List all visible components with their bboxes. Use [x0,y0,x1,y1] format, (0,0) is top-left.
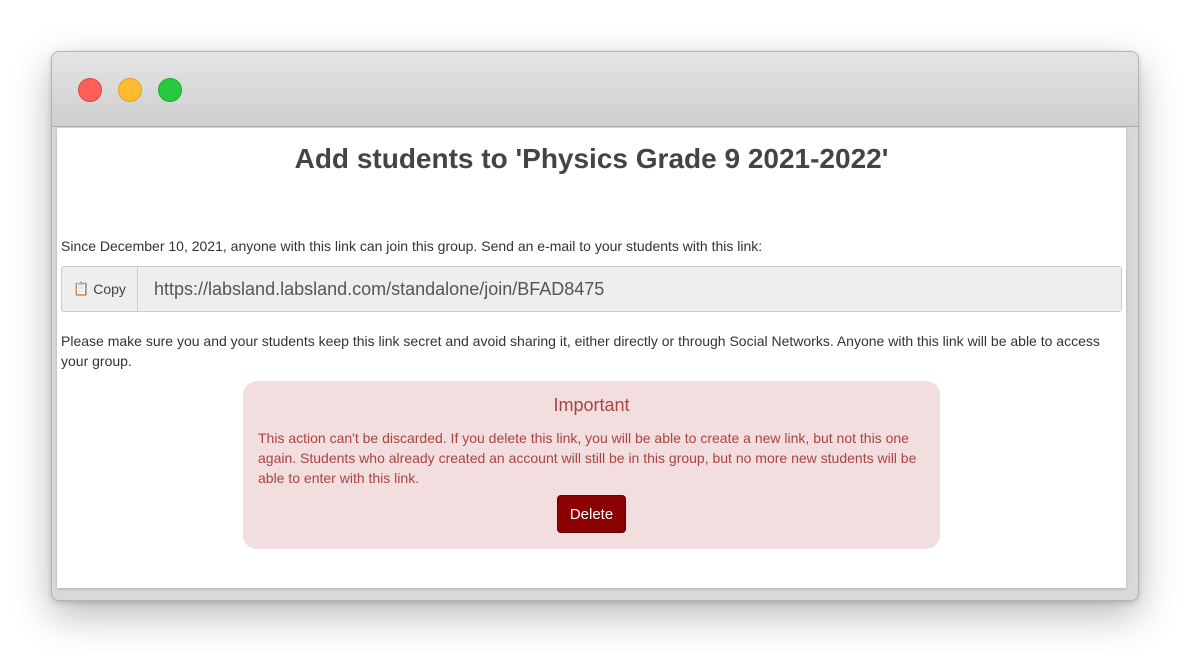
link-instructions: Since December 10, 2021, anyone with thi… [61,238,763,254]
close-window-button[interactable] [78,78,102,102]
join-link-group: 📋 Copy [61,266,1122,312]
page-content: Add students to 'Physics Grade 9 2021-20… [57,128,1126,588]
browser-window: Add students to 'Physics Grade 9 2021-20… [51,51,1139,601]
alert-title: Important [553,395,630,415]
important-alert: Important This action can't be discarded… [243,381,940,549]
window-titlebar [52,52,1138,127]
delete-link-button[interactable]: Delete [557,495,626,533]
clipboard-icon: 📋 [73,281,90,296]
maximize-window-button[interactable] [158,78,182,102]
page-title: Add students to 'Physics Grade 9 2021-20… [294,143,889,174]
copy-link-button[interactable]: 📋 Copy [62,267,138,311]
copy-button-label: Copy [93,281,126,297]
secret-warning-text: Please make sure you and your students k… [61,333,1100,369]
minimize-window-button[interactable] [118,78,142,102]
join-link-field[interactable] [138,267,1121,311]
alert-body: This action can't be discarded. If you d… [258,430,917,486]
